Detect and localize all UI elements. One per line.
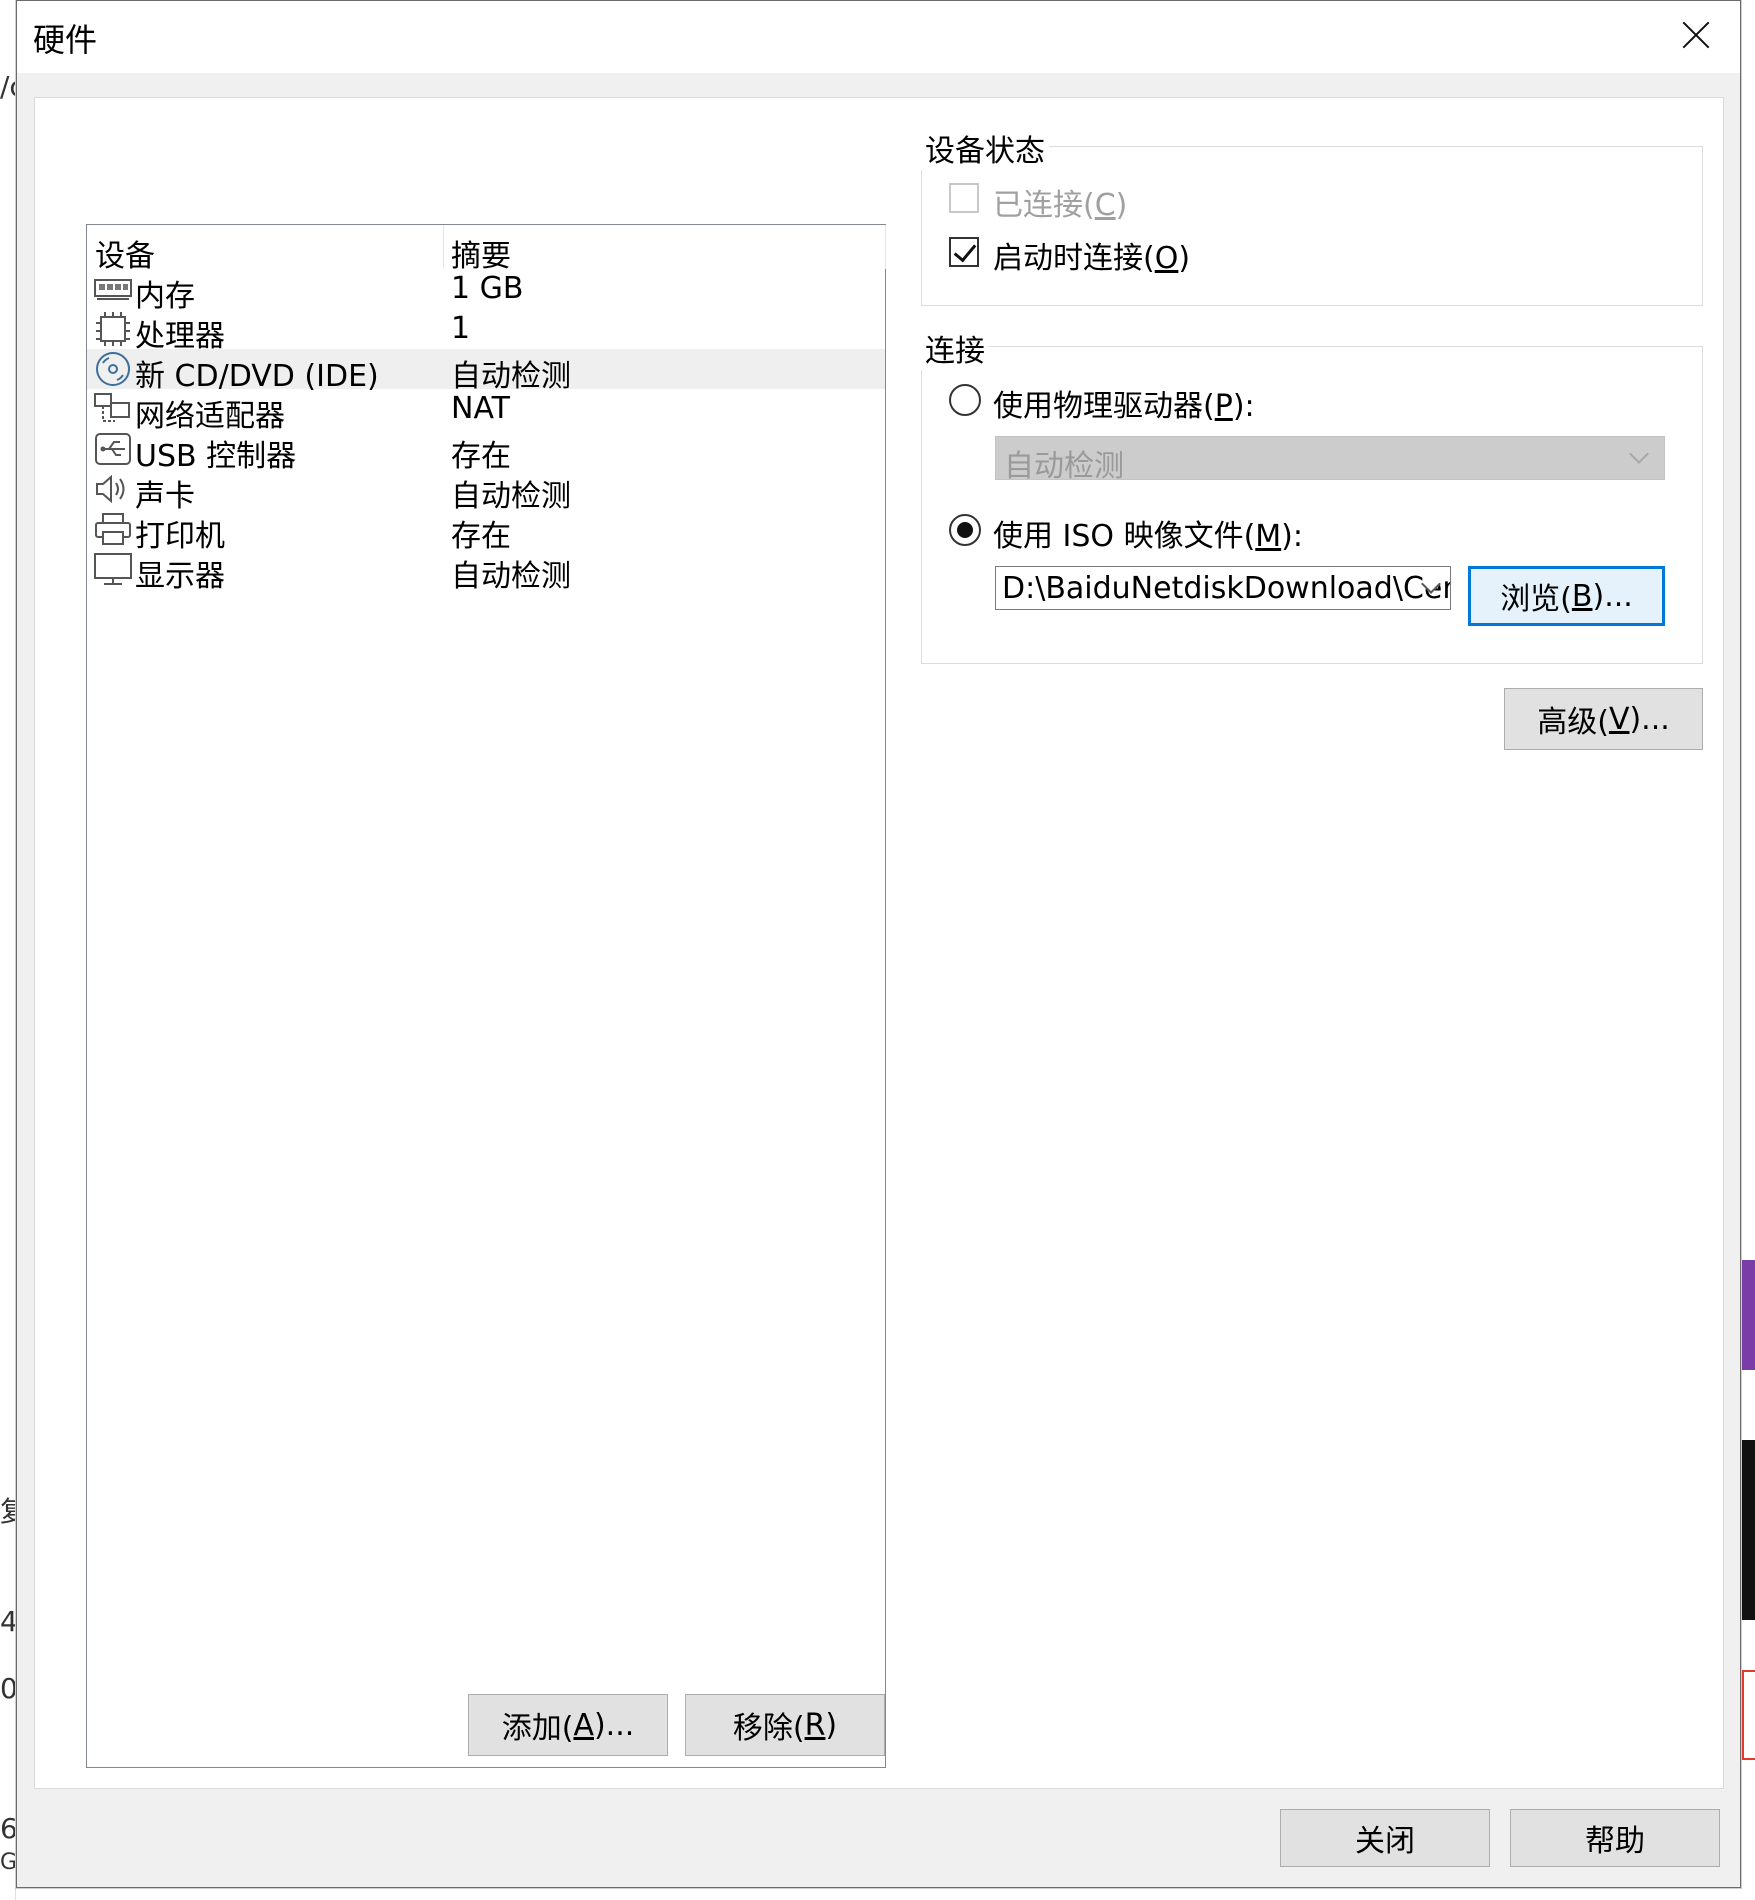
cd-dvd-icon [96,352,130,386]
connected-label: 已连接(C) [993,188,1128,223]
content-panel: 设备 摘要 内存 1 GB 处理器 1 新 CD/DVD (IDE) 自动检测 … [34,97,1724,1789]
device-list[interactable]: 设备 摘要 内存 1 GB 处理器 1 新 CD/DVD (IDE) 自动检测 … [86,224,886,1768]
advanced-button-key: V [1608,701,1630,737]
iso-path-value: D:\BaiduNetdiskDownload\Cen [1002,571,1451,606]
physical-drive-label: 使用物理驱动器(P): [993,389,1255,424]
browse-button-end: )... [1592,578,1633,614]
device-status-title: 设备状态 [921,126,1049,170]
title-bar: 硬件 [17,1,1740,73]
iso-path-combobox[interactable]: D:\BaiduNetdiskDownload\Cen [995,566,1451,610]
printer-icon [95,513,131,545]
remove-button-end: ) [825,1707,838,1743]
remove-button-label: 移除( [732,1711,805,1746]
dialog-title: 硬件 [33,21,98,59]
device-row-sound-card[interactable]: 声卡 自动检测 [87,469,885,514]
speaker-icon [96,474,125,504]
iso-image-label: 使用 ISO 映像文件(M): [993,519,1303,554]
add-button-key: A [573,1707,594,1743]
close-button[interactable]: 关闭 [1280,1809,1490,1867]
usb-icon [95,433,131,465]
add-button-label: 添加( [501,1711,574,1746]
monitor-icon [94,553,132,585]
connect-on-start-label: 启动时连接(O) [993,241,1191,276]
device-summary: 自动检测 [451,559,571,594]
column-divider [443,225,444,269]
add-button[interactable]: 添加(A)... [468,1694,668,1756]
browse-button-label: 浏览( [1500,582,1572,617]
device-summary: 1 GB [451,271,524,306]
close-icon[interactable] [1676,15,1716,55]
advanced-button-label: 高级( [1537,705,1609,740]
hardware-dialog: 硬件 设备 摘要 内存 1 GB 处理器 1 新 CD/DVD (IDE) 自动… [16,0,1741,1888]
remove-button[interactable]: 移除(R) [685,1694,885,1756]
background-decoration [1742,1260,1755,1370]
device-row-printer[interactable]: 打印机 存在 [87,509,885,554]
remove-button-key: R [804,1707,826,1743]
connect-on-start-checkbox[interactable] [949,237,979,267]
device-row-usb-controller[interactable]: USB 控制器 存在 [87,429,885,474]
device-row-network-adapter[interactable]: 网络适配器 NAT [87,389,885,434]
background-decoration [1742,1440,1755,1620]
physical-drive-select-value: 自动检测 [1004,449,1124,484]
background-decoration [1742,1670,1755,1760]
physical-drive-select[interactable]: 自动检测 [995,436,1665,484]
advanced-button-end: )... [1629,701,1670,737]
help-button[interactable]: 帮助 [1510,1809,1720,1867]
chevron-down-icon [1629,444,1649,464]
device-row-memory[interactable]: 内存 1 GB [87,269,885,314]
network-adapter-icon [94,393,130,422]
device-summary: NAT [451,391,510,426]
device-row-processor[interactable]: 处理器 1 [87,309,885,354]
device-name: 显示器 [135,559,225,594]
connected-checkbox[interactable] [949,183,979,213]
browse-button[interactable]: 浏览(B)... [1468,566,1665,626]
add-button-end: )... [593,1707,635,1743]
list-header: 设备 摘要 [87,225,886,274]
device-status-group [921,146,1703,306]
iso-image-radio[interactable] [949,514,981,546]
physical-drive-radio[interactable] [949,384,981,416]
connection-title: 连接 [921,326,989,370]
device-row-display[interactable]: 显示器 自动检测 [87,549,885,594]
memory-icon [94,279,132,300]
advanced-button[interactable]: 高级(V)... [1504,688,1703,750]
column-divider [885,225,886,269]
device-summary: 1 [451,311,471,346]
browse-button-key: B [1571,578,1593,614]
device-row-cd-dvd[interactable]: 新 CD/DVD (IDE) 自动检测 [87,349,885,394]
cpu-icon [96,312,130,346]
